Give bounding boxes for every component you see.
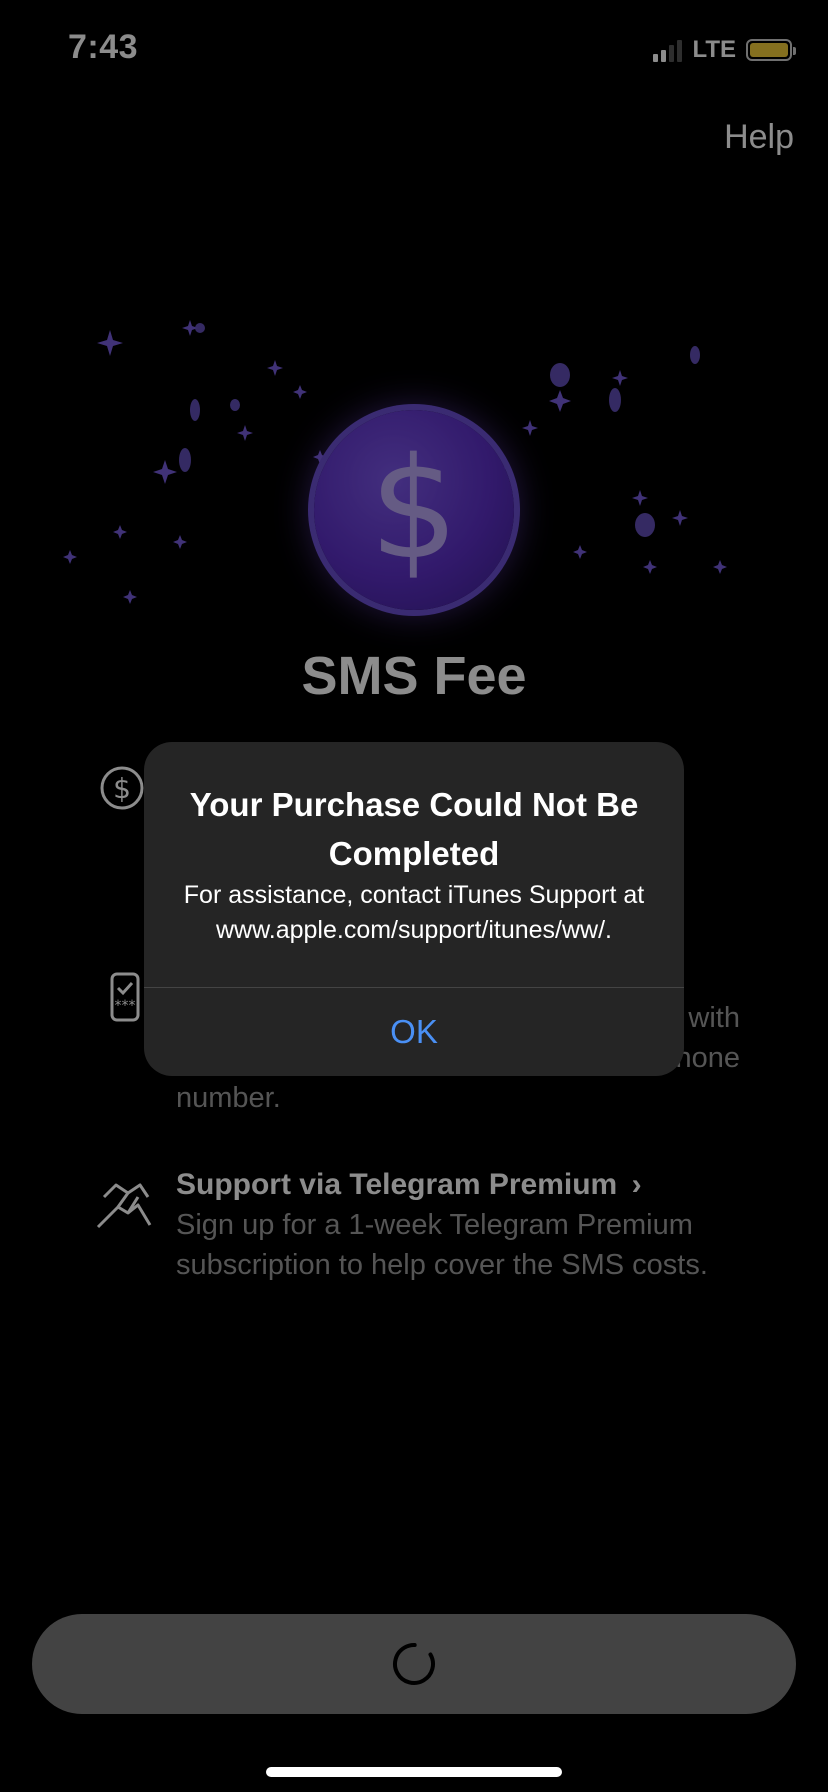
- alert-message: For assistance, contact iTunes Support a…: [183, 881, 645, 944]
- home-indicator[interactable]: [266, 1767, 562, 1777]
- ok-button[interactable]: OK: [144, 988, 684, 1076]
- purchase-error-alert: Your Purchase Could Not Be Completed For…: [144, 742, 684, 1076]
- alert-title: Your Purchase Could Not Be Completed: [189, 786, 639, 872]
